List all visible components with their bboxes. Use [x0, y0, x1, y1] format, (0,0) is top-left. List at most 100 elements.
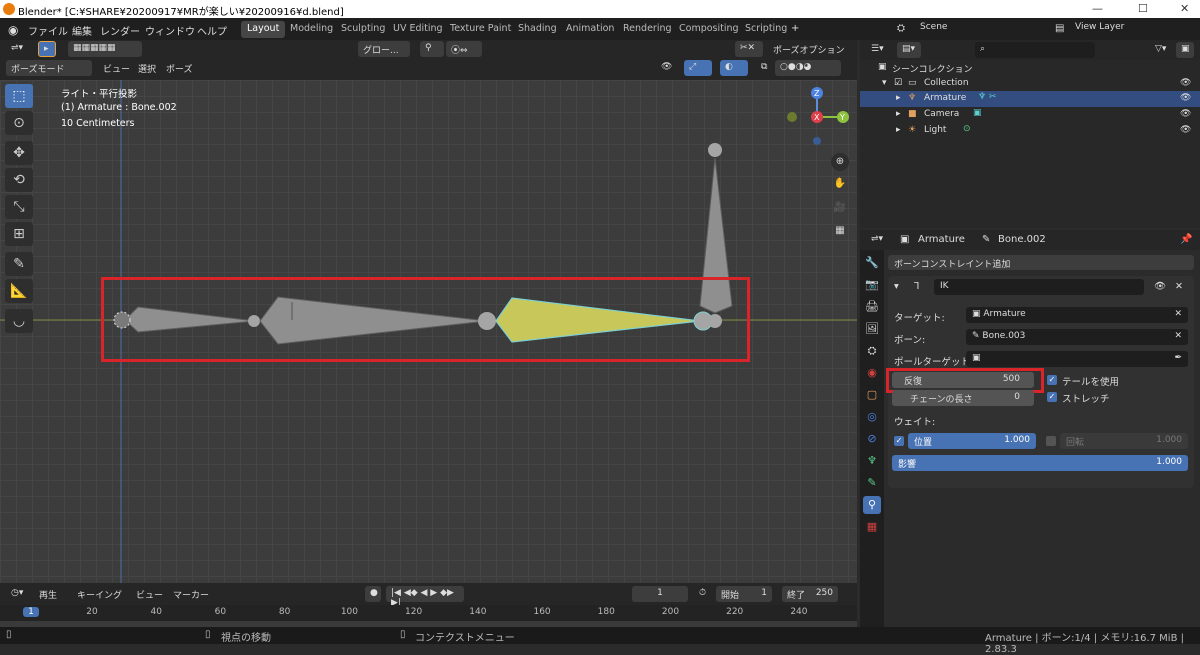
- visibility-icon[interactable]: 👁: [656, 60, 680, 76]
- current-frame-field[interactable]: 1: [632, 586, 688, 602]
- tab-texture-paint[interactable]: Texture Paint: [444, 21, 517, 38]
- object-tab-icon[interactable]: ▢: [863, 386, 881, 404]
- record-icon[interactable]: ●: [365, 586, 381, 602]
- pose-options[interactable]: ポーズオプション: [768, 41, 853, 57]
- armature-data-tab-icon[interactable]: ♆: [863, 452, 881, 470]
- menu-file[interactable]: ファイル: [28, 23, 68, 38]
- cursor-icon[interactable]: ⊙: [5, 111, 33, 135]
- bone-tab-icon[interactable]: ✎: [863, 474, 881, 492]
- relax-pose-icon[interactable]: ◡: [5, 309, 33, 333]
- select-tool-icon[interactable]: ▸: [38, 41, 56, 57]
- editor-type-icon[interactable]: ⇌▾: [6, 41, 28, 57]
- target-field[interactable]: ▣ Armature ✕: [966, 307, 1188, 323]
- position-checkbox[interactable]: ✓: [894, 436, 904, 446]
- pivot-icon[interactable]: ⚲: [420, 41, 444, 57]
- menu-edit[interactable]: 編集: [72, 23, 92, 38]
- filter-icon[interactable]: ▽▾: [1150, 42, 1174, 58]
- maximize-icon[interactable]: ☐: [1138, 2, 1148, 15]
- timeline-editor-icon[interactable]: ◷▾: [6, 586, 28, 602]
- texture-tab-icon[interactable]: ▦: [863, 518, 881, 536]
- outliner-item-camera[interactable]: ▸ ■ Camera ▣ 👁: [860, 107, 1200, 123]
- rotate-icon[interactable]: ⟲: [5, 168, 33, 192]
- blender-menu-icon[interactable]: ◉: [8, 23, 18, 37]
- view-layer-selector[interactable]: View Layer: [1070, 20, 1165, 36]
- influence-field[interactable]: 影響 1.000: [892, 455, 1188, 471]
- annotate-icon[interactable]: ✎: [5, 252, 33, 276]
- outliner-item-armature[interactable]: ▸ ♆ Armature ♆ ✂ 👁: [860, 91, 1200, 107]
- end-frame-field[interactable]: 終了 250: [782, 586, 838, 602]
- eye-icon[interactable]: 👁: [1154, 281, 1166, 292]
- timeline-scrubber[interactable]: 1 20 40 60 80 100 120 140 160 180 200 220 240: [0, 605, 857, 627]
- outliner-item-collection[interactable]: ▾ ☑ ▭ Collection 👁: [860, 76, 1200, 92]
- menu-select[interactable]: 選択: [133, 60, 161, 76]
- render-tab-icon[interactable]: 📷: [863, 276, 881, 294]
- move-icon[interactable]: ✥: [5, 141, 33, 165]
- tab-layout[interactable]: Layout: [241, 21, 286, 38]
- output-tab-icon[interactable]: 🖨: [863, 298, 881, 316]
- menu-pose[interactable]: ポーズ: [161, 60, 198, 76]
- menu-help[interactable]: ヘルプ: [197, 23, 227, 38]
- tab-compositing[interactable]: Compositing: [673, 21, 745, 38]
- add-workspace-icon[interactable]: +: [791, 23, 799, 34]
- tab-uv-editing[interactable]: UV Editing: [387, 21, 449, 38]
- bone-field[interactable]: ✎ Bone.003 ✕: [966, 329, 1188, 345]
- selection-mode-icons[interactable]: ▦▦▦▦▦: [68, 41, 142, 57]
- stopwatch-icon[interactable]: ⏱: [694, 586, 708, 602]
- menu-render[interactable]: レンダー: [100, 23, 140, 38]
- select-box-icon[interactable]: ⬚: [5, 84, 33, 108]
- minimize-icon[interactable]: —: [1092, 2, 1103, 15]
- use-tail-checkbox[interactable]: ✓: [1047, 375, 1057, 385]
- eye-icon[interactable]: 👁: [1180, 78, 1191, 88]
- pin-icon[interactable]: 📌: [1180, 234, 1192, 245]
- pole-target-field[interactable]: ▣ ✒: [966, 351, 1188, 367]
- stretch-checkbox[interactable]: ✓: [1047, 392, 1057, 402]
- playback-controls-icons[interactable]: |◀ ◀◆ ◀ ▶ ◆▶ ▶|: [386, 586, 464, 608]
- tab-rendering[interactable]: Rendering: [617, 21, 678, 38]
- eye-icon[interactable]: 👁: [1180, 93, 1191, 103]
- position-weight-field[interactable]: 位置 1.000: [908, 433, 1036, 449]
- timeline-menu-keying[interactable]: キーイング: [72, 586, 127, 602]
- outliner-item-light[interactable]: ▸ ☀ Light ⊙ 👁: [860, 123, 1200, 139]
- shading-mode-icons[interactable]: ○●◑◕: [775, 60, 841, 76]
- close-icon[interactable]: ✕: [1180, 2, 1189, 15]
- 3d-viewport[interactable]: Z Y X ライト・平行投影 (1) Armature : Bone.002 1…: [0, 80, 857, 583]
- view-layer-tab-icon[interactable]: 🖼: [863, 320, 881, 338]
- world-tab-icon[interactable]: ◉: [863, 364, 881, 382]
- clear-icon[interactable]: ✕: [1174, 309, 1182, 319]
- bone-constraints-tab-icon[interactable]: ⚲: [863, 496, 881, 514]
- clear-icon[interactable]: ✕: [1174, 331, 1182, 341]
- mirror-icon[interactable]: ✂✕: [735, 41, 763, 57]
- measure-icon[interactable]: 📐: [5, 279, 33, 303]
- pan-hand-icon[interactable]: ✋: [831, 175, 849, 193]
- scene-icon[interactable]: ⛭: [897, 23, 905, 34]
- tool-tab-icon[interactable]: 🔧: [863, 254, 881, 272]
- zoom-icon[interactable]: ⊕: [831, 153, 849, 171]
- display-mode-icon[interactable]: ▤▾: [897, 42, 921, 58]
- checkbox-icon[interactable]: ☑: [894, 78, 902, 88]
- outliner-search-input[interactable]: ⌕: [975, 42, 1095, 58]
- tab-modeling[interactable]: Modeling: [284, 21, 339, 38]
- collapse-arrow-icon[interactable]: ▾: [894, 281, 899, 292]
- tab-animation[interactable]: Animation: [560, 21, 620, 38]
- properties-editor-icon[interactable]: ⇌▾: [866, 232, 888, 248]
- gizmo-icon[interactable]: ⤢: [684, 60, 712, 76]
- eye-icon[interactable]: 👁: [1180, 125, 1191, 135]
- rotation-weight-field[interactable]: 回転 1.000: [1060, 433, 1188, 449]
- constraints-tab-icon[interactable]: ⊘: [863, 430, 881, 448]
- scene-selector[interactable]: Scene: [915, 20, 1015, 36]
- menu-window[interactable]: ウィンドウ: [145, 23, 195, 38]
- outliner-editor-icon[interactable]: ☰▾: [866, 42, 889, 58]
- tab-scripting[interactable]: Scripting: [739, 21, 793, 38]
- mode-selector[interactable]: ポーズモード: [6, 60, 92, 76]
- eye-icon[interactable]: 👁: [1180, 109, 1191, 119]
- add-bone-constraint-button[interactable]: ボーンコンストレイント追加: [888, 255, 1194, 270]
- physics-tab-icon[interactable]: ◎: [863, 408, 881, 426]
- overlay-icon[interactable]: ◐: [720, 60, 748, 76]
- scene-tab-icon[interactable]: ⛭: [863, 342, 881, 360]
- camera-view-icon[interactable]: 🎥: [831, 199, 849, 217]
- tab-shading[interactable]: Shading: [512, 21, 563, 38]
- constraint-name-input[interactable]: IK: [934, 279, 1144, 295]
- menu-view[interactable]: ビュー: [98, 60, 135, 76]
- transform-orientation[interactable]: グロー...: [358, 41, 410, 57]
- outliner-scene-collection[interactable]: ▣ シーンコレクション: [860, 60, 1200, 76]
